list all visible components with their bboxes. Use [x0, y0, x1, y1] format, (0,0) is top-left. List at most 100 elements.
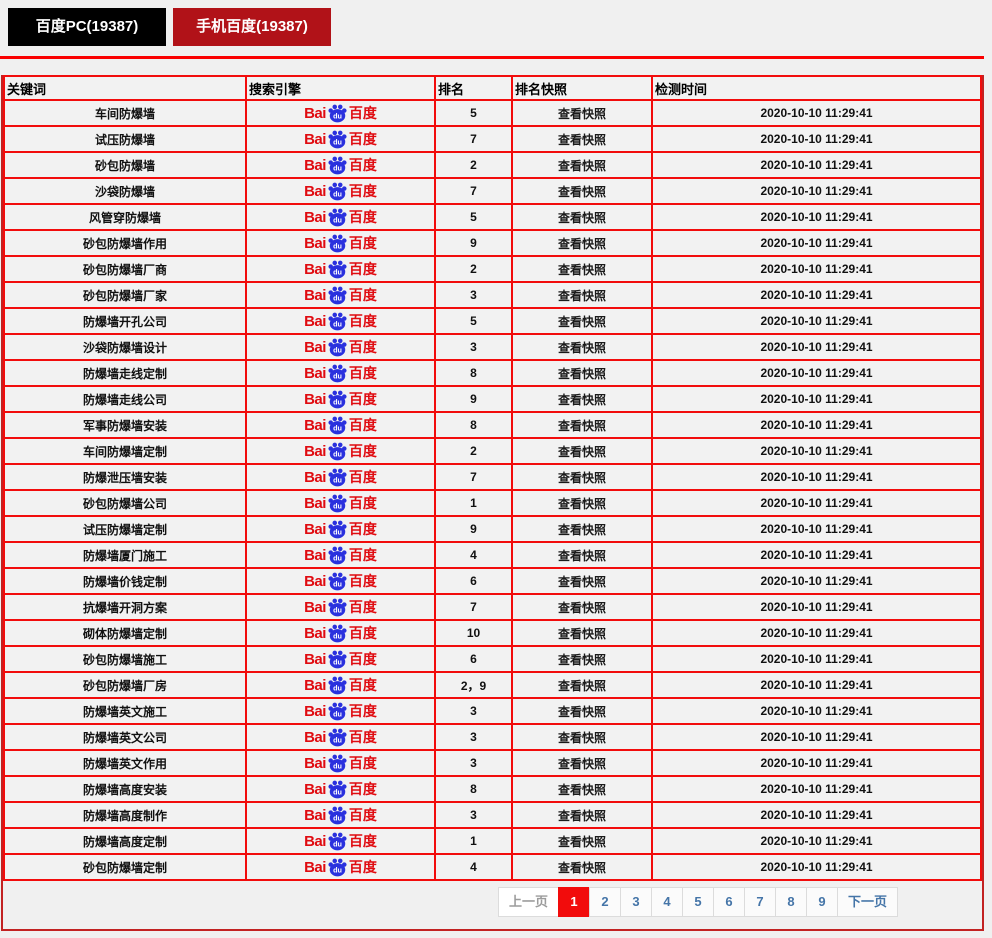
baidu-logo: Bai du 百度	[304, 129, 377, 149]
keyword-cell: 防爆墙高度定制	[4, 828, 246, 854]
keyword-cell: 砂包防爆墙厂商	[4, 256, 246, 282]
baidu-logo-cn-text: 百度	[349, 600, 377, 614]
page-button-3[interactable]: 3	[620, 887, 652, 917]
view-snapshot-link[interactable]: 查看快照	[558, 315, 606, 329]
baidu-paw-icon: du	[327, 207, 348, 227]
baidu-logo-cn-text: 百度	[349, 366, 377, 380]
view-snapshot-link[interactable]: 查看快照	[558, 809, 606, 823]
baidu-logo: Bai du 百度	[304, 337, 377, 357]
page-button-4[interactable]: 4	[651, 887, 683, 917]
snapshot-cell: 查看快照	[512, 464, 652, 490]
view-snapshot-link[interactable]: 查看快照	[558, 731, 606, 745]
prev-page-button[interactable]: 上一页	[498, 887, 559, 917]
view-snapshot-link[interactable]: 查看快照	[558, 523, 606, 537]
next-page-button[interactable]: 下一页	[837, 887, 898, 917]
snapshot-cell: 查看快照	[512, 178, 652, 204]
keyword-cell: 砂包防爆墙定制	[4, 854, 246, 880]
snapshot-cell: 查看快照	[512, 516, 652, 542]
view-snapshot-link[interactable]: 查看快照	[558, 549, 606, 563]
baidu-paw-icon: du	[327, 155, 348, 175]
tab-baidu-pc[interactable]: 百度PC(19387)	[8, 8, 166, 46]
baidu-logo-cn-text: 百度	[349, 392, 377, 406]
baidu-logo: Bai du 百度	[304, 623, 377, 643]
page-button-6[interactable]: 6	[713, 887, 745, 917]
snapshot-cell: 查看快照	[512, 126, 652, 152]
snapshot-cell: 查看快照	[512, 698, 652, 724]
baidu-logo: Bai du 百度	[304, 857, 377, 877]
view-snapshot-link[interactable]: 查看快照	[558, 237, 606, 251]
baidu-logo: Bai du 百度	[304, 571, 377, 591]
baidu-paw-icon: du	[327, 623, 348, 643]
svg-text:du: du	[333, 319, 342, 328]
view-snapshot-link[interactable]: 查看快照	[558, 497, 606, 511]
view-snapshot-link[interactable]: 查看快照	[558, 471, 606, 485]
baidu-logo-cn-text: 百度	[349, 678, 377, 692]
time-cell: 2020-10-10 11:29:41	[652, 178, 981, 204]
view-snapshot-link[interactable]: 查看快照	[558, 419, 606, 433]
view-snapshot-link[interactable]: 查看快照	[558, 263, 606, 277]
view-snapshot-link[interactable]: 查看快照	[558, 341, 606, 355]
view-snapshot-link[interactable]: 查看快照	[558, 757, 606, 771]
baidu-logo-cn-text: 百度	[349, 652, 377, 666]
baidu-logo-bai-text: Bai	[304, 522, 326, 537]
view-snapshot-link[interactable]: 查看快照	[558, 679, 606, 693]
baidu-paw-icon: du	[327, 805, 348, 825]
baidu-logo: Bai du 百度	[304, 233, 377, 253]
svg-text:du: du	[333, 709, 342, 718]
view-snapshot-link[interactable]: 查看快照	[558, 575, 606, 589]
time-cell: 2020-10-10 11:29:41	[652, 802, 981, 828]
view-snapshot-link[interactable]: 查看快照	[558, 367, 606, 381]
baidu-logo-cn-text: 百度	[349, 522, 377, 536]
view-snapshot-link[interactable]: 查看快照	[558, 211, 606, 225]
table-row: 军事防爆墙安装 Bai du 百度 8 查看快照 2020-10-10 11:2…	[4, 412, 981, 438]
baidu-logo: Bai du 百度	[304, 389, 377, 409]
rank-cell: 1	[435, 490, 512, 516]
view-snapshot-link[interactable]: 查看快照	[558, 185, 606, 199]
page-button-9[interactable]: 9	[806, 887, 838, 917]
time-cell: 2020-10-10 11:29:41	[652, 334, 981, 360]
baidu-logo-cn-text: 百度	[349, 314, 377, 328]
view-snapshot-link[interactable]: 查看快照	[558, 393, 606, 407]
view-snapshot-link[interactable]: 查看快照	[558, 289, 606, 303]
baidu-logo-cn-text: 百度	[349, 626, 377, 640]
svg-text:du: du	[333, 683, 342, 692]
baidu-paw-icon: du	[327, 363, 348, 383]
time-cell: 2020-10-10 11:29:41	[652, 854, 981, 880]
baidu-logo-bai-text: Bai	[304, 106, 326, 121]
view-snapshot-link[interactable]: 查看快照	[558, 159, 606, 173]
snapshot-cell: 查看快照	[512, 490, 652, 516]
snapshot-cell: 查看快照	[512, 308, 652, 334]
engine-cell: Bai du 百度	[246, 126, 435, 152]
time-cell: 2020-10-10 11:29:41	[652, 490, 981, 516]
view-snapshot-link[interactable]: 查看快照	[558, 835, 606, 849]
snapshot-cell: 查看快照	[512, 256, 652, 282]
baidu-logo-cn-text: 百度	[349, 574, 377, 588]
rank-cell: 5	[435, 100, 512, 126]
baidu-logo-bai-text: Bai	[304, 600, 326, 615]
page-button-7[interactable]: 7	[744, 887, 776, 917]
time-cell: 2020-10-10 11:29:41	[652, 646, 981, 672]
page-button-1[interactable]: 1	[558, 887, 590, 917]
view-snapshot-link[interactable]: 查看快照	[558, 705, 606, 719]
engine-cell: Bai du 百度	[246, 620, 435, 646]
rank-cell: 8	[435, 412, 512, 438]
baidu-paw-icon: du	[327, 727, 348, 747]
page-button-5[interactable]: 5	[682, 887, 714, 917]
view-snapshot-link[interactable]: 查看快照	[558, 627, 606, 641]
view-snapshot-link[interactable]: 查看快照	[558, 107, 606, 121]
table-row: 防爆墙高度制作 Bai du 百度 3 查看快照 2020-10-10 11:2…	[4, 802, 981, 828]
page-button-2[interactable]: 2	[589, 887, 621, 917]
view-snapshot-link[interactable]: 查看快照	[558, 861, 606, 875]
page-button-8[interactable]: 8	[775, 887, 807, 917]
view-snapshot-link[interactable]: 查看快照	[558, 601, 606, 615]
table-row: 砌体防爆墙定制 Bai du 百度 10 查看快照 2020-10-10 11:…	[4, 620, 981, 646]
view-snapshot-link[interactable]: 查看快照	[558, 653, 606, 667]
table-row: 砂包防爆墙厂商 Bai du 百度 2 查看快照 2020-10-10 11:2…	[4, 256, 981, 282]
view-snapshot-link[interactable]: 查看快照	[558, 445, 606, 459]
view-snapshot-link[interactable]: 查看快照	[558, 783, 606, 797]
engine-cell: Bai du 百度	[246, 204, 435, 230]
svg-text:du: du	[333, 397, 342, 406]
view-snapshot-link[interactable]: 查看快照	[558, 133, 606, 147]
tab-baidu-mobile[interactable]: 手机百度(19387)	[173, 8, 331, 46]
time-cell: 2020-10-10 11:29:41	[652, 594, 981, 620]
